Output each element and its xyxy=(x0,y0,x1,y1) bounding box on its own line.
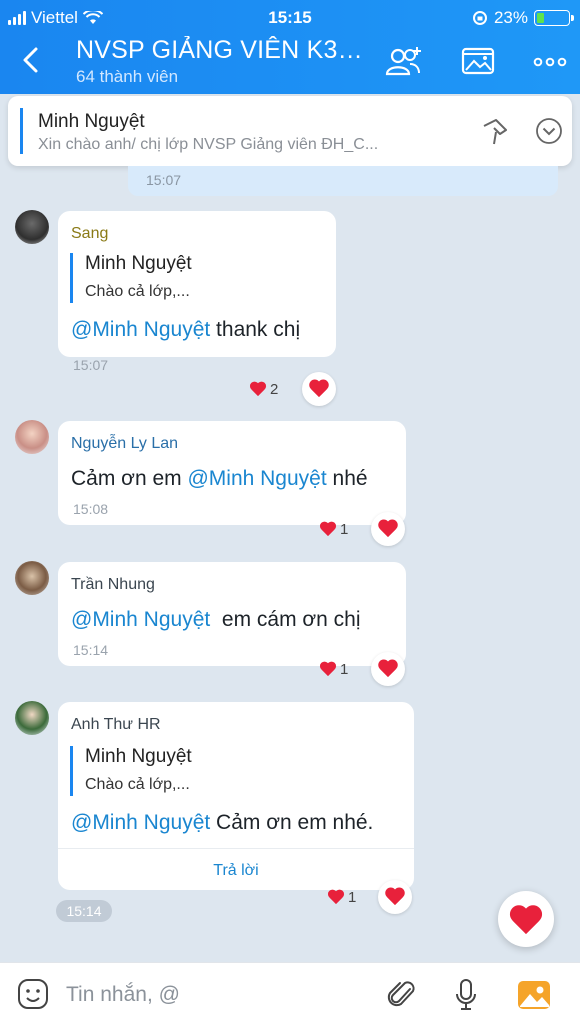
back-icon[interactable] xyxy=(18,45,44,75)
reply-divider xyxy=(58,848,414,849)
heart-icon xyxy=(378,520,398,538)
quote-text: Chào cả lớp,... xyxy=(85,283,190,300)
message-time: 15:14 xyxy=(73,642,109,658)
quote-text: Chào cả lớp,... xyxy=(85,776,190,793)
mention-link[interactable]: @Minh Nguyệt xyxy=(71,318,210,341)
group-title[interactable]: NVSP GIẢNG VIÊN K3.2... xyxy=(76,36,366,65)
react-button[interactable] xyxy=(371,652,405,686)
heart-icon xyxy=(309,380,329,398)
previous-message-tail: 15:07 xyxy=(128,166,558,196)
message-text: @Minh Nguyệt em cám ơn chị xyxy=(71,608,361,631)
reaction-summary[interactable]: 1 xyxy=(314,516,354,542)
quoted-message[interactable]: Minh Nguyệt Chào cả lớp,... xyxy=(70,746,192,796)
mention-link[interactable]: @Minh Nguyệt xyxy=(187,467,326,490)
message-time: 15:08 xyxy=(73,501,109,517)
heart-icon xyxy=(378,660,398,678)
message-text: Cảm ơn em @Minh Nguyệt nhé xyxy=(71,467,368,490)
battery-percent: 23% xyxy=(493,8,528,27)
heart-icon xyxy=(509,906,543,936)
message-input-bar: Tin nhắn, @ xyxy=(0,962,580,1024)
time-chip: 15:14 xyxy=(56,900,112,922)
avatar[interactable] xyxy=(15,210,49,244)
sender-name: Trần Nhung xyxy=(71,576,155,593)
member-count[interactable]: 64 thành viên xyxy=(76,67,178,87)
mention-link[interactable]: @Minh Nguyệt xyxy=(71,608,210,631)
pinned-message[interactable]: Minh Nguyệt Xin chào anh/ chị lớp NVSP G… xyxy=(8,96,572,166)
heart-icon xyxy=(385,888,405,906)
status-bar: Viettel 15:15 23% xyxy=(0,6,580,30)
image-icon[interactable] xyxy=(516,979,552,1011)
pinned-accent-bar xyxy=(20,108,23,154)
heart-icon xyxy=(320,662,336,677)
message-time: 15:07 xyxy=(146,172,182,188)
rotation-lock-icon xyxy=(472,11,487,25)
message-bubble[interactable]: Trần Nhung @Minh Nguyệt em cám ơn chị 15… xyxy=(58,562,406,666)
message-bubble[interactable]: Anh Thư HR Minh Nguyệt Chào cả lớp,... @… xyxy=(58,702,414,890)
message-bubble[interactable]: Sang Minh Nguyệt Chào cả lớp,... @Minh N… xyxy=(58,211,336,373)
mention-link[interactable]: @Minh Nguyệt xyxy=(71,811,210,834)
avatar[interactable] xyxy=(15,701,49,735)
mic-icon[interactable] xyxy=(452,977,480,1013)
attach-icon[interactable] xyxy=(386,977,418,1013)
expand-icon[interactable] xyxy=(534,116,564,146)
react-button[interactable] xyxy=(378,880,412,914)
avatar[interactable] xyxy=(15,561,49,595)
react-button[interactable] xyxy=(302,372,336,406)
pinned-text: Xin chào anh/ chị lớp NVSP Giảng viên ĐH… xyxy=(38,136,379,153)
chat-header: Viettel 15:15 23% NVSP GIẢNG VIÊN K3.2..… xyxy=(0,0,580,94)
react-button[interactable] xyxy=(371,512,405,546)
reply-button[interactable]: Trả lời xyxy=(58,862,414,880)
message-text: @Minh Nguyệt Cảm ơn em nhé. xyxy=(71,811,374,834)
message-input[interactable]: Tin nhắn, @ xyxy=(66,983,180,1007)
pin-icon[interactable] xyxy=(478,114,512,148)
avatar[interactable] xyxy=(15,420,49,454)
heart-icon xyxy=(250,382,266,397)
reaction-summary[interactable]: 1 xyxy=(314,656,354,682)
pinned-sender: Minh Nguyệt xyxy=(38,111,145,132)
status-right: 23% xyxy=(472,8,574,28)
message-text: @Minh Nguyệt thank chị xyxy=(71,318,301,341)
media-icon[interactable] xyxy=(458,44,498,80)
heart-icon xyxy=(320,522,336,537)
heart-icon xyxy=(328,890,344,905)
message-bubble[interactable]: Nguyễn Ly Lan Cảm ơn em @Minh Nguyệt nhé… xyxy=(58,421,406,525)
sender-name: Anh Thư HR xyxy=(71,716,161,733)
reaction-summary[interactable]: 2 xyxy=(244,376,284,402)
add-member-icon[interactable] xyxy=(384,44,424,80)
battery-icon xyxy=(534,10,574,26)
quoted-message[interactable]: Minh Nguyệt Chào cả lớp,... xyxy=(70,253,192,303)
more-icon[interactable] xyxy=(530,44,570,80)
emoji-icon[interactable] xyxy=(16,977,50,1011)
sender-name: Nguyễn Ly Lan xyxy=(71,435,179,452)
quick-heart-button[interactable] xyxy=(498,891,554,947)
battery-fill xyxy=(537,13,544,23)
message-time: 15:07 xyxy=(73,357,109,373)
quote-sender: Minh Nguyệt xyxy=(85,746,192,767)
sender-name: Sang xyxy=(71,225,109,242)
reaction-summary[interactable]: 1 xyxy=(322,884,362,910)
quote-sender: Minh Nguyệt xyxy=(85,253,192,274)
